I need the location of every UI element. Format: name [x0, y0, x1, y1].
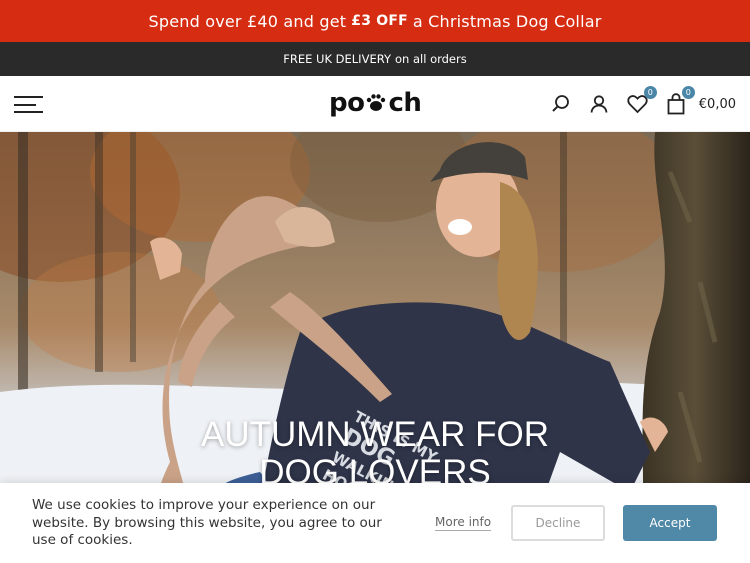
menu-icon[interactable]: [14, 96, 43, 113]
delivery-strong: FREE UK DELIVERY: [283, 52, 391, 66]
more-info-link[interactable]: More info: [435, 515, 492, 531]
cart-count-badge: 0: [681, 86, 695, 99]
accept-button[interactable]: Accept: [623, 505, 717, 541]
user-icon[interactable]: [587, 92, 611, 116]
decline-button[interactable]: Decline: [511, 505, 605, 541]
hero-title-line1: AUTUMN WEAR FOR: [200, 415, 550, 454]
site-logo[interactable]: po ch: [329, 88, 422, 118]
wishlist-count-badge: 0: [643, 86, 657, 99]
search-icon[interactable]: [549, 92, 573, 116]
bag-icon[interactable]: 0: [664, 86, 695, 116]
logo-text-suffix: ch: [388, 88, 422, 118]
promo-highlight: £3 OFF: [351, 13, 408, 29]
cart-total[interactable]: €0,00: [699, 97, 736, 112]
delivery-bar: FREE UK DELIVERY on all orders: [0, 42, 750, 76]
heart-icon[interactable]: 0: [626, 86, 657, 116]
promo-text-after: a Christmas Dog Collar: [412, 11, 602, 31]
paw-icon: [367, 94, 386, 111]
header-actions: 0 0 €0,00: [549, 86, 736, 116]
delivery-rest: on all orders: [395, 52, 467, 66]
cookie-banner: We use cookies to improve your experienc…: [0, 483, 750, 563]
promo-text-before: Spend over £40 and get: [148, 11, 347, 31]
logo-text-prefix: po: [329, 88, 365, 118]
cookie-message: We use cookies to improve your experienc…: [32, 497, 382, 548]
hero-title: AUTUMN WEAR FOR DOG LOVERS: [0, 416, 750, 492]
site-header: po ch 0 0 €0,00: [0, 76, 750, 132]
promo-bar[interactable]: Spend over £40 and get £3 OFF a Christma…: [0, 0, 750, 42]
